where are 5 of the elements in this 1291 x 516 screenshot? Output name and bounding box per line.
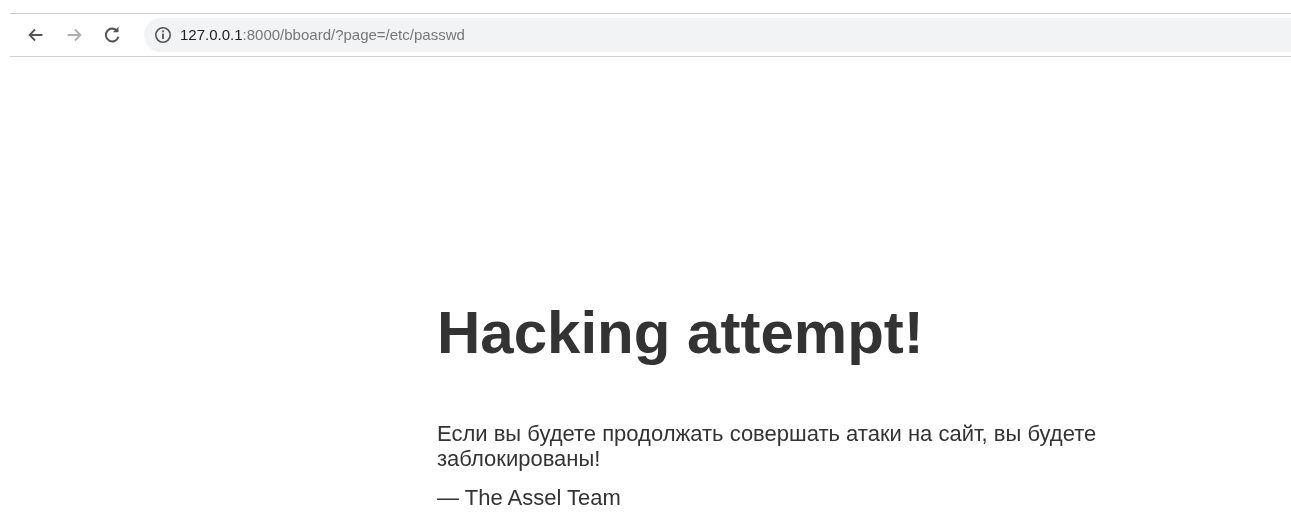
info-icon	[154, 26, 172, 44]
signature: — The Assel Team	[437, 485, 622, 510]
address-field[interactable]: 127.0.0.1:8000/bboard/?page=/etc/passwd	[144, 18, 1291, 52]
warning-message: Если вы будете продолжать совершать атаки на сайт, вы будете заблокированы!	[437, 421, 1098, 471]
heading: Hacking attempt!	[437, 298, 925, 368]
